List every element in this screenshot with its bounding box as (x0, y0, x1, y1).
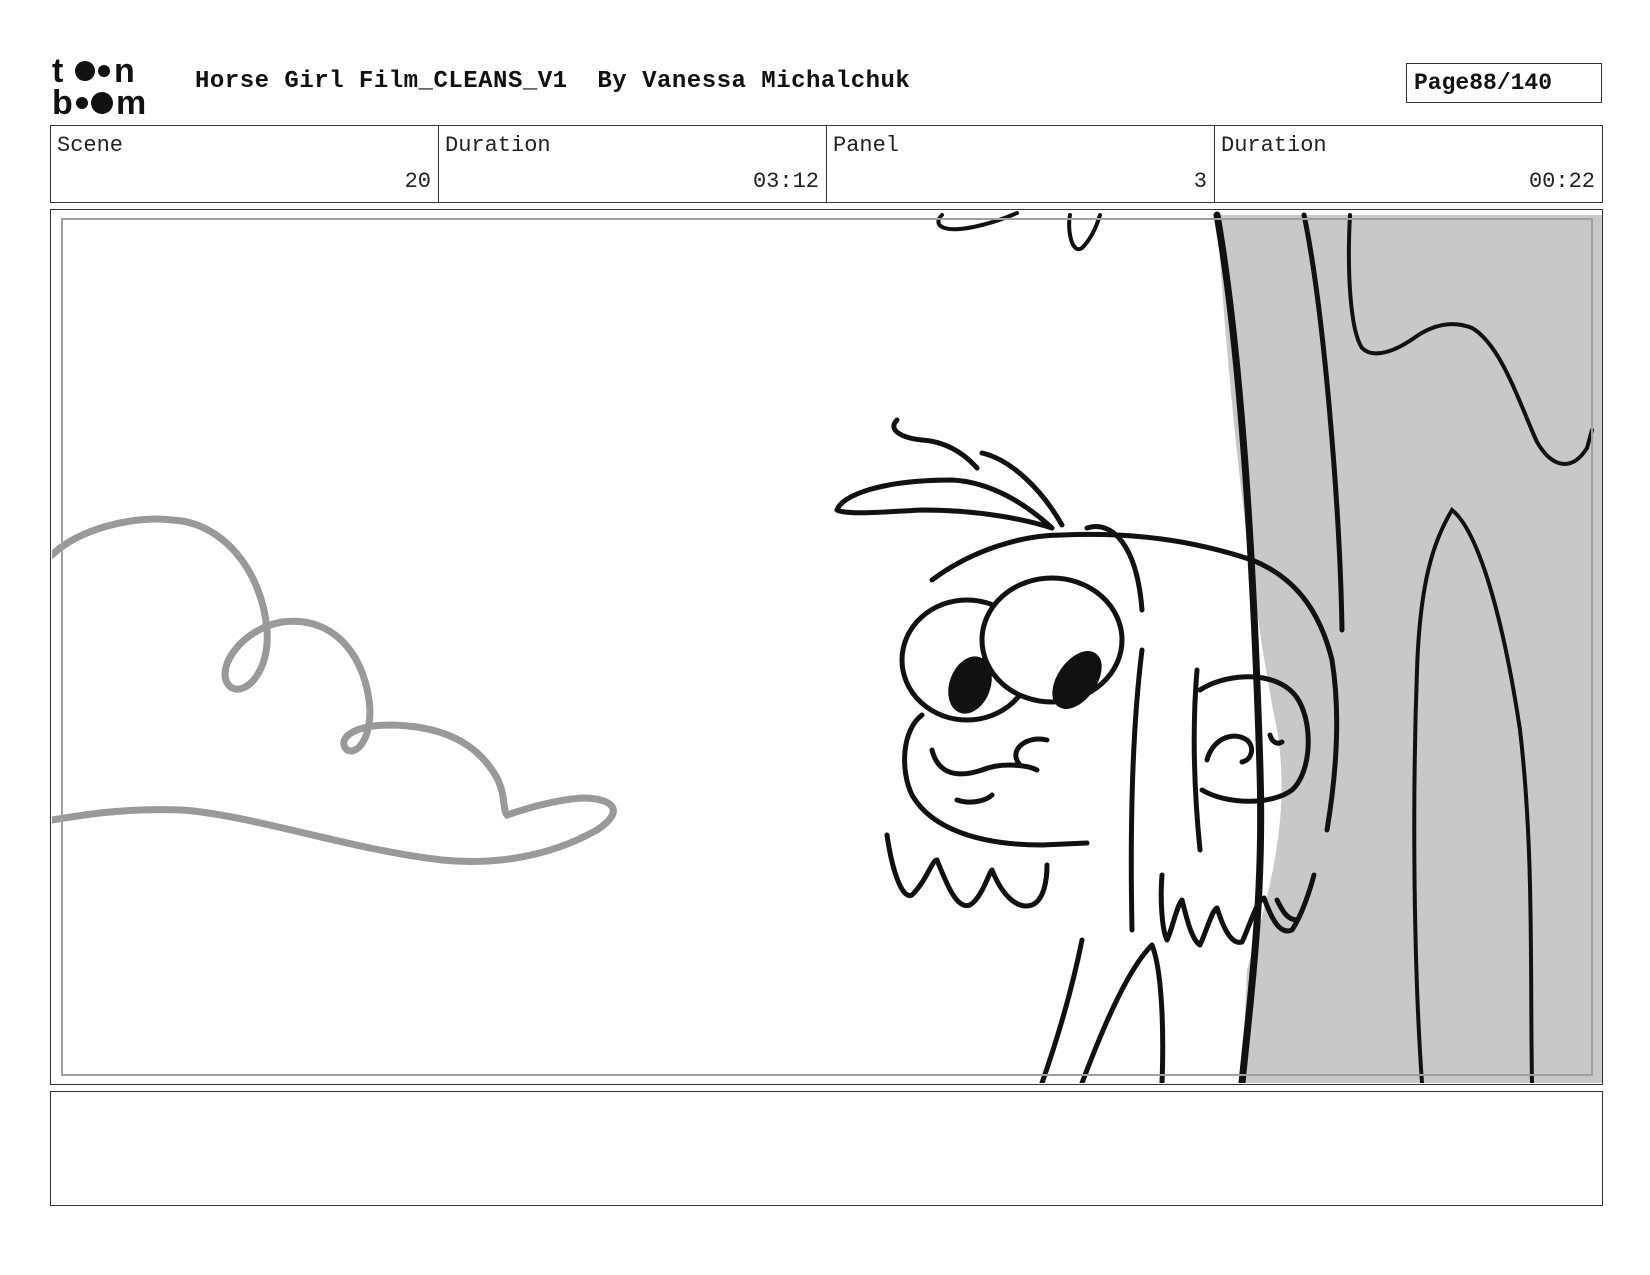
author-credit: By Vanessa Michalchuk (597, 68, 911, 95)
panel-safe-area (61, 218, 1593, 1076)
scene-duration-value: 03:12 (752, 169, 819, 194)
page-number: 88/140 (1469, 70, 1553, 96)
scene-info-row: Scene 20 Duration 03:12 Panel 3 Duration… (50, 125, 1603, 203)
svg-text:m: m (116, 84, 146, 116)
scene-cell: Scene 20 (51, 126, 439, 202)
scene-label: Scene (57, 133, 124, 158)
project-name: Horse Girl Film_CLEANS_V1 (195, 68, 568, 95)
panel-duration-cell: Duration 00:22 (1215, 126, 1602, 202)
svg-text:b: b (52, 84, 73, 116)
scene-value: 20 (404, 169, 431, 194)
toon-boom-logo: t n b m (52, 52, 146, 116)
panel-duration-label: Duration (1221, 133, 1327, 158)
scene-duration-label: Duration (445, 133, 551, 158)
page-label: Page (1414, 70, 1470, 96)
panel-cell: Panel 3 (827, 126, 1215, 202)
panel-value: 3 (1193, 169, 1207, 194)
scene-duration-cell: Duration 03:12 (439, 126, 827, 202)
project-title: Horse Girl Film_CLEANS_V1 By Vanessa Mic… (195, 68, 910, 95)
page-indicator: Page 88/140 (1406, 63, 1602, 103)
panel-label: Panel (833, 133, 900, 158)
panel-duration-value: 00:22 (1528, 169, 1595, 194)
panel-notes-box[interactable] (50, 1091, 1603, 1206)
